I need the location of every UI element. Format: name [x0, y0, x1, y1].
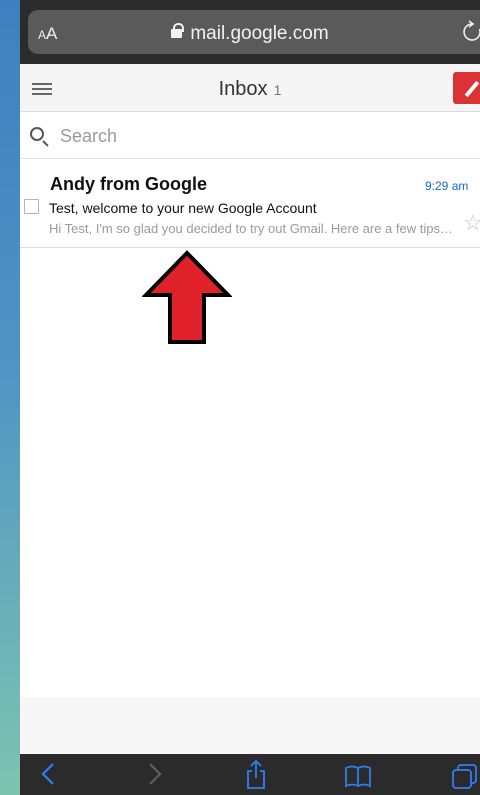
email-checkbox[interactable] — [24, 199, 39, 214]
url-display[interactable]: mail.google.com — [20, 23, 480, 45]
page-footer-area — [20, 697, 480, 754]
email-sender: Andy from Google — [50, 174, 207, 194]
share-icon[interactable] — [244, 756, 268, 794]
search-icon — [30, 127, 44, 141]
pencil-icon — [464, 80, 480, 98]
browser-address-bar: AA mail.google.com — [20, 0, 480, 64]
phone-screen: AA mail.google.com Inbox1 Andy from Goog… — [20, 0, 480, 795]
up-arrow-annotation — [141, 250, 233, 350]
forward-icon[interactable] — [145, 756, 165, 794]
email-time: 9:29 am — [425, 179, 469, 193]
tabs-icon[interactable] — [450, 756, 480, 794]
browser-toolbar — [20, 754, 480, 795]
unread-count-badge: 1 — [273, 82, 282, 98]
email-subject: Test, welcome to your new Google Account — [49, 200, 317, 216]
page-title: Inbox 1 — [218, 78, 282, 100]
email-list-item[interactable]: Andy from Google 9:29 am Test, welcome t… — [20, 160, 480, 248]
search-bar — [20, 113, 480, 159]
gmail-header: Inbox 1 — [20, 64, 480, 112]
search-input[interactable] — [60, 123, 460, 149]
star-icon[interactable]: ☆ — [463, 210, 480, 236]
lock-icon — [171, 23, 185, 38]
url-text: mail.google.com — [190, 23, 329, 44]
bookmarks-icon[interactable] — [343, 756, 373, 794]
reload-icon[interactable] — [462, 20, 480, 48]
compose-button[interactable] — [453, 72, 480, 104]
back-icon[interactable] — [38, 756, 58, 794]
email-snippet: Hi Test, I'm so glad you decided to try … — [49, 221, 455, 236]
